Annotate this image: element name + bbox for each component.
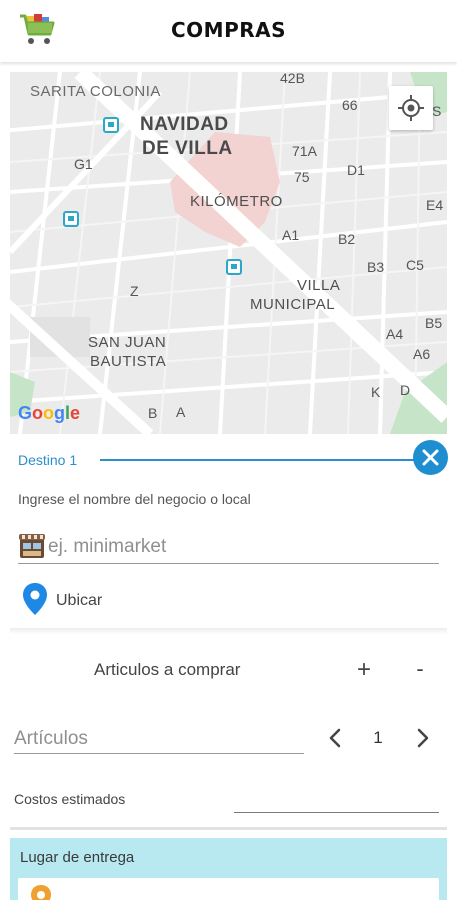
my-location-button[interactable] (389, 86, 433, 130)
map-label: MUNICIPAL (250, 296, 336, 313)
map-label: 71A (292, 143, 317, 159)
article-input[interactable] (14, 726, 299, 752)
map-label: DE VILLA (142, 138, 233, 159)
map-label: SARITA COLONIA (30, 83, 161, 100)
map-label: A4 (386, 326, 404, 342)
map-pin-icon (31, 885, 51, 900)
map-label: B (148, 405, 158, 421)
section-divider (10, 827, 447, 830)
estimated-cost-input[interactable] (234, 812, 439, 813)
map-label: A1 (282, 227, 300, 243)
map-label: A (176, 404, 186, 420)
quantity-value: 1 (373, 728, 383, 747)
articles-header: Articulos a comprar + - (0, 656, 457, 686)
google-logo: Google (18, 403, 81, 423)
store-hint: Ingrese el nombre del negocio o local (18, 491, 251, 507)
map-label: BAUTISTA (90, 353, 167, 370)
delivery-section: Lugar de entrega (10, 838, 447, 900)
map-view[interactable]: SARITA COLONIA NAVIDAD DE VILLA KILÓMETR… (10, 72, 447, 434)
map-label: D1 (347, 162, 365, 178)
map-label: E4 (426, 197, 444, 213)
crosshair-icon (398, 95, 424, 121)
map-label: NAVIDAD (140, 114, 229, 135)
map-label: 75 (294, 169, 310, 185)
remove-destination-button[interactable] (413, 440, 448, 475)
map-label: G1 (74, 156, 93, 172)
remove-article-button[interactable]: - (410, 656, 430, 684)
page-title: COMPRAS (170, 18, 287, 42)
map-label: VILLA (297, 277, 341, 294)
map-label: 66 (342, 97, 358, 113)
chevron-right-icon[interactable] (408, 724, 436, 752)
delivery-location-card[interactable] (18, 878, 439, 900)
store-name-input[interactable] (48, 534, 428, 560)
estimated-cost-label: Costos estimados (14, 791, 126, 807)
chevron-left-icon[interactable] (322, 724, 350, 752)
map-label: SAN JUAN (88, 334, 167, 351)
map-label: A6 (413, 346, 431, 362)
bus-stop-icon (103, 117, 119, 133)
app-header: COMPRAS (0, 0, 457, 62)
section-divider (10, 628, 447, 634)
bus-stop-icon (63, 211, 79, 227)
delivery-label: Lugar de entrega (20, 849, 135, 866)
destination-header: Destino 1 (18, 450, 448, 472)
quantity-stepper: 1 (322, 722, 442, 754)
map-label: B3 (367, 259, 385, 275)
map-label: Z (130, 283, 139, 299)
map-label: C5 (406, 257, 424, 273)
map-label: S (432, 103, 442, 119)
close-icon (422, 449, 439, 466)
destination-label: Destino 1 (18, 452, 78, 468)
articles-title: Articulos a comprar (94, 660, 241, 679)
add-article-button[interactable]: + (352, 656, 376, 684)
map-label: B5 (425, 315, 443, 331)
map-pin-icon (23, 583, 47, 615)
article-field (14, 724, 304, 754)
store-field (18, 532, 439, 564)
map-label: B2 (338, 231, 356, 247)
map-label: 42B (280, 72, 305, 86)
map-label: K (371, 384, 381, 400)
bus-stop-icon (226, 259, 242, 275)
destination-divider (100, 459, 420, 461)
map-label: D (400, 382, 411, 398)
locate-button[interactable]: Ubicar (22, 582, 222, 618)
map-label: KILÓMETRO (190, 193, 283, 210)
locate-label: Ubicar (56, 592, 103, 609)
store-icon (19, 534, 45, 558)
